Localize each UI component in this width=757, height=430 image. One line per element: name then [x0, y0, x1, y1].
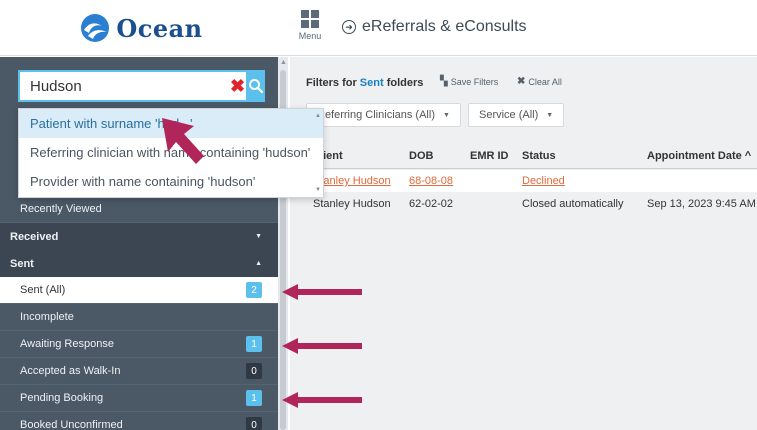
ocean-logo[interactable]: Ocean [0, 0, 283, 56]
grid-menu-icon [301, 10, 319, 28]
referring-clinicians-dropdown[interactable]: Referring Clinicians (All) ▼ [306, 103, 461, 127]
table-header-divider [306, 168, 757, 169]
top-header: Ocean Menu ➜ eReferrals & eConsults [0, 0, 757, 56]
patient-cell: Stanley Hudson [313, 198, 391, 210]
dob-cell: 62-02-02 [409, 198, 454, 210]
app-title-text: eReferrals & eConsults [362, 18, 527, 35]
dropdown-value: Referring Clinicians (All) [317, 109, 435, 121]
sidebar-item-pending-booking[interactable]: Pending Booking 1 [0, 385, 278, 412]
search-button[interactable] [246, 70, 265, 102]
filters-prefix: Filters for [306, 77, 357, 89]
sidebar-section-sent[interactable]: Sent ▲ [0, 250, 278, 277]
search-bar: ✖ [18, 70, 265, 102]
app-title: ➜ eReferrals & eConsults [342, 18, 527, 36]
column-header-appointment-date[interactable]: Appointment Date ^ [647, 150, 751, 162]
count-badge: 0 [246, 363, 262, 379]
sidebar-item-incomplete[interactable]: Incomplete [0, 304, 278, 331]
scroll-up-icon[interactable]: ▲ [280, 59, 287, 66]
column-header-status[interactable]: Status [522, 150, 556, 162]
search-icon [248, 79, 263, 94]
sidebar-item-label: Pending Booking [20, 392, 104, 404]
scroll-down-icon[interactable]: ▼ [315, 187, 321, 193]
chevron-down-icon: ▼ [546, 111, 554, 119]
dropdown-value: Service (All) [479, 109, 539, 121]
sidebar-item-label: Booked Unconfirmed [20, 419, 123, 430]
column-header-emr-id[interactable]: EMR ID [470, 150, 509, 162]
appointment-cell: Sep 13, 2023 9:45 AM [647, 198, 756, 210]
sidebar-item-label: Incomplete [20, 311, 74, 323]
menu-button[interactable]: Menu [290, 10, 330, 50]
service-dropdown[interactable]: Service (All) ▼ [468, 103, 565, 127]
sidebar-item-booked-unconfirmed[interactable]: Booked Unconfirmed 0 [0, 412, 278, 430]
clear-all-label: Clear All [528, 76, 562, 87]
annotation-arrow-icon [282, 338, 362, 354]
dob-link[interactable]: 68-08-08 [409, 175, 453, 187]
sidebar-section-received[interactable]: Received ▼ [0, 223, 278, 250]
menu-label: Menu [298, 31, 322, 41]
sidebar-item-awaiting-response[interactable]: Awaiting Response 1 [0, 331, 278, 358]
sidebar-item-label: Sent (All) [20, 284, 66, 296]
chevron-up-icon: ▲ [255, 260, 262, 267]
clear-search-button[interactable]: ✖ [229, 70, 246, 102]
close-icon: ✖ [517, 76, 526, 87]
sidebar-item-label: Awaiting Response [20, 338, 114, 350]
clear-all-button[interactable]: ✖ Clear All [517, 76, 562, 87]
close-icon: ✖ [229, 75, 246, 96]
annotation-arrow-icon [282, 284, 362, 300]
status-link[interactable]: Declined [522, 175, 565, 187]
sidebar-item-accepted-walk-in[interactable]: Accepted as Walk-In 0 [0, 358, 278, 385]
column-header-dob[interactable]: DOB [409, 150, 433, 162]
column-header-label: Appointment Date [647, 150, 742, 162]
sidebar-item-label: Accepted as Walk-In [20, 365, 121, 377]
sidebar-section-label: Sent [10, 257, 34, 270]
sidebar-item-recently-viewed[interactable]: Recently Viewed [0, 196, 278, 223]
status-cell: Closed automatically [522, 198, 624, 210]
save-icon: ▚ [440, 76, 448, 87]
ocean-wave-icon [81, 14, 110, 42]
save-filters-button[interactable]: ▚ Save Filters [440, 76, 498, 87]
sidebar-section-label: Received [10, 230, 59, 243]
search-input[interactable] [18, 70, 229, 102]
count-badge: 1 [246, 336, 262, 352]
scroll-up-icon[interactable]: ▲ [315, 113, 321, 119]
filters-heading: Filters for Sent folders [306, 77, 423, 89]
chevron-down-icon: ▼ [255, 233, 262, 240]
sidebar-item-label: Recently Viewed [20, 203, 102, 215]
sidebar-item-sent-all[interactable]: Sent (All) 2 [0, 277, 278, 304]
suggestion-provider[interactable]: Provider with name containing 'hudson' [19, 167, 323, 196]
filters-folder-name: Sent [359, 77, 384, 89]
count-badge: 1 [246, 390, 262, 406]
count-badge: 2 [246, 282, 262, 298]
patient-link[interactable]: Stanley Hudson [313, 175, 391, 187]
save-filters-label: Save Filters [450, 76, 499, 87]
count-badge: 0 [246, 417, 262, 430]
filters-suffix: folders [386, 77, 424, 89]
logo-text: Ocean [116, 13, 203, 43]
annotation-arrow-icon [282, 392, 362, 408]
chevron-down-icon: ▼ [442, 111, 450, 119]
circle-arrow-icon: ➜ [342, 20, 356, 34]
chevron-up-icon: ^ [744, 150, 752, 162]
pointer-arrow-icon [162, 118, 204, 164]
